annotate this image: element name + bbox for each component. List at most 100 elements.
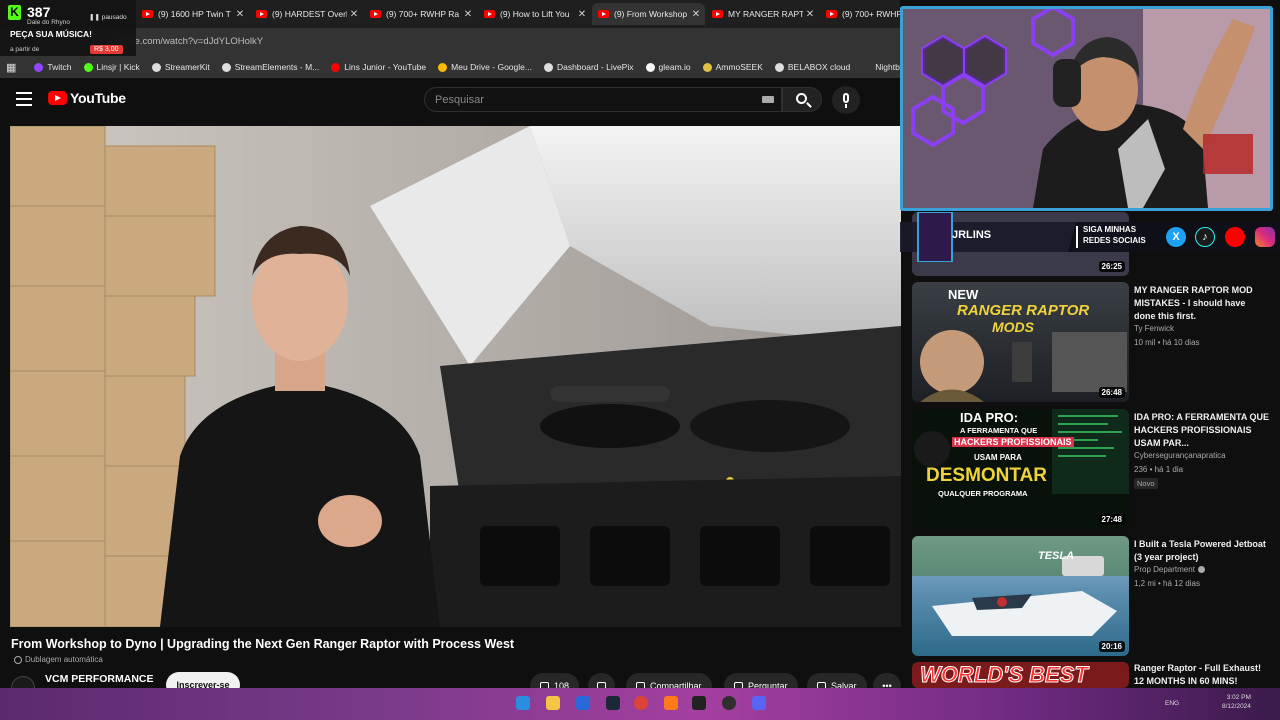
browser-tab[interactable]: (9) 1600 HP Twin T ✕ xyxy=(136,3,249,25)
video-channel-name: Prop Department xyxy=(1134,565,1195,574)
system-clock[interactable]: 3:02 PM 8/12/2024 xyxy=(1222,693,1251,711)
verified-icon xyxy=(1197,566,1205,573)
sidebar-video-item[interactable]: IDA PRO: A FERRAMENTA QUE HACKERS PROFIS… xyxy=(912,409,1272,529)
kick-from-label: a partir de xyxy=(10,46,40,53)
bookmark-favicon-icon xyxy=(331,62,341,72)
steam-icon[interactable] xyxy=(606,696,620,710)
bookmark-item[interactable]: gleam.io xyxy=(645,62,691,72)
app-icon[interactable] xyxy=(664,696,678,710)
kick-song-widget: K 387 Dale do Rhyno ❚❚ pausado PEÇA SUA … xyxy=(0,0,136,56)
bookmark-label: Twitch xyxy=(47,62,72,72)
video-thumbnail[interactable]: WORLD'S BEST xyxy=(912,662,1129,688)
bookmark-label: gleam.io xyxy=(658,62,691,72)
bookmark-item[interactable]: AmmoSEEK xyxy=(702,62,763,72)
outlook-icon[interactable] xyxy=(576,696,590,710)
video-title[interactable]: MY RANGER RAPTOR MOD MISTAKES - I should… xyxy=(1134,284,1269,323)
mic-icon xyxy=(843,93,849,103)
thumb-text-5: DESMONTAR xyxy=(926,465,1048,486)
video-channel[interactable]: Cybersegurançanapratica xyxy=(1134,451,1226,460)
bookmark-item[interactable]: StreamerKit xyxy=(151,62,210,72)
video-title: From Workshop to Dyno | Upgrading the Ne… xyxy=(11,637,515,651)
search-input[interactable] xyxy=(435,88,735,111)
bookmark-item[interactable]: StreamElements - M... xyxy=(221,62,320,72)
browser-tab[interactable]: (9) How to Lift You ✕ xyxy=(478,3,591,25)
kick-song-prompt: PEÇA SUA MÚSICA! xyxy=(10,29,93,39)
browser-tab[interactable]: MY RANGER RAPTO ✕ xyxy=(706,3,819,25)
obs-icon[interactable] xyxy=(722,696,736,710)
bookmark-label: StreamerKit xyxy=(164,62,210,72)
clock-date: 8/12/2024 xyxy=(1222,703,1251,710)
channel-name[interactable]: VCM PERFORMANCE xyxy=(45,673,154,685)
auto-dubbing-label: Dublagem automática xyxy=(14,655,103,664)
bookmark-item[interactable]: Dashboard - LivePix xyxy=(543,62,634,72)
thumb-text-title: RANGER RAPTOR xyxy=(957,302,1090,319)
keyboard-icon[interactable] xyxy=(762,96,774,103)
apps-grid-icon[interactable]: ▦ xyxy=(6,61,16,74)
thumb-text-1: IDA PRO: xyxy=(960,410,1019,425)
video-title[interactable]: I Built a Tesla Powered Jetboat (3 year … xyxy=(1134,538,1269,564)
browser-tab[interactable]: (9) From Workshop ✕ xyxy=(592,3,705,25)
terminal-icon[interactable] xyxy=(692,696,706,710)
instagram-icon xyxy=(1255,227,1275,247)
tab-label: (9) 1600 HP Twin T xyxy=(158,9,231,19)
youtube-favicon-icon xyxy=(712,10,723,18)
clock-time: 3:02 PM xyxy=(1226,694,1251,701)
kick-viewer-count: 387 xyxy=(27,4,51,20)
tab-close-icon[interactable]: ✕ xyxy=(347,9,361,20)
file-explorer-icon[interactable] xyxy=(546,696,560,710)
social-banner: JRLINS SIGA MINHAS REDES SOCIAIS X ♪ xyxy=(900,211,1280,263)
tab-close-icon[interactable]: ✕ xyxy=(461,9,475,20)
browser-tab[interactable]: (9) HARDEST Overl ✕ xyxy=(250,3,363,25)
video-meta: 236 • há 1 dia xyxy=(1134,465,1184,474)
video-player[interactable] xyxy=(10,126,901,627)
video-thumbnail[interactable]: TESLA 20:16 xyxy=(912,536,1129,656)
browser-tab[interactable]: (9) 700+ RWHP Ra ✕ xyxy=(364,3,477,25)
tab-close-icon[interactable]: ✕ xyxy=(803,9,817,20)
bookmark-item[interactable]: Linsjr | Kick xyxy=(83,62,140,72)
sidebar-video-item[interactable]: NEW RANGER RAPTOR MODS 26:48 MY RANGER R… xyxy=(912,282,1272,402)
bookmark-label: StreamElements - M... xyxy=(234,62,320,72)
sidebar-video-item[interactable]: WORLD'S BEST Ranger Raptor - Full Exhaus… xyxy=(912,662,1272,688)
bookmark-favicon-icon xyxy=(83,62,93,72)
tab-close-icon[interactable]: ✕ xyxy=(689,9,703,20)
hamburger-menu-icon[interactable] xyxy=(16,92,32,106)
kick-price: R$ 3,00 xyxy=(90,45,123,54)
video-title[interactable]: IDA PRO: A FERRAMENTA QUE HACKERS PROFIS… xyxy=(1134,411,1269,450)
kick-status: ❚❚ pausado xyxy=(89,14,127,21)
thumb-text-2: A FERRAMENTA QUE xyxy=(960,426,1038,435)
video-age: há 10 dias xyxy=(1162,338,1200,347)
video-duration: 26:25 xyxy=(1098,261,1125,272)
tab-close-icon[interactable]: ✕ xyxy=(575,9,589,20)
youtube-logo[interactable]: YouTube xyxy=(48,90,126,106)
video-thumbnail[interactable]: NEW RANGER RAPTOR MODS 26:48 xyxy=(912,282,1129,402)
video-thumbnail[interactable]: IDA PRO: A FERRAMENTA QUE HACKERS PROFIS… xyxy=(912,409,1129,529)
bookmark-item[interactable]: Twitch xyxy=(34,62,72,72)
bookmark-item[interactable]: Meu Drive - Google... xyxy=(438,62,532,72)
kick-status-label: pausado xyxy=(101,14,127,21)
language-indicator[interactable]: ENG xyxy=(1165,700,1179,707)
voice-search-button[interactable] xyxy=(832,86,860,114)
bookmark-label: Lins Junior - YouTube xyxy=(344,62,427,72)
browser-tab[interactable]: (9) 700+ RWHP R xyxy=(820,3,900,25)
social-text-1: SIGA MINHAS xyxy=(1083,225,1137,234)
dubbing-text: Dublagem automática xyxy=(25,655,103,664)
new-badge: Novo xyxy=(1134,478,1158,489)
video-title[interactable]: Ranger Raptor - Full Exhaust! 12 MONTHS … xyxy=(1134,662,1269,688)
video-channel[interactable]: Prop Department xyxy=(1134,565,1205,574)
search-button[interactable] xyxy=(782,87,822,112)
windows-start-icon[interactable] xyxy=(516,696,530,710)
discord-icon[interactable] xyxy=(752,696,766,710)
video-channel[interactable]: Ty Fenwick xyxy=(1134,324,1174,333)
video-age: há 1 dia xyxy=(1154,465,1184,474)
video-duration: 20:16 xyxy=(1098,641,1125,652)
search-box[interactable] xyxy=(424,87,782,112)
chrome-icon[interactable] xyxy=(634,696,648,710)
video-frame xyxy=(10,126,901,627)
search-icon xyxy=(796,93,807,104)
bookmark-favicon-icon xyxy=(645,62,655,72)
tab-close-icon[interactable]: ✕ xyxy=(233,9,247,20)
youtube-favicon-icon xyxy=(484,10,495,18)
sidebar-video-item[interactable]: TESLA 20:16 I Built a Tesla Powered Jetb… xyxy=(912,536,1272,656)
bookmark-item[interactable]: Lins Junior - YouTube xyxy=(331,62,426,72)
bookmark-item[interactable]: BELABOX cloud xyxy=(774,62,850,72)
